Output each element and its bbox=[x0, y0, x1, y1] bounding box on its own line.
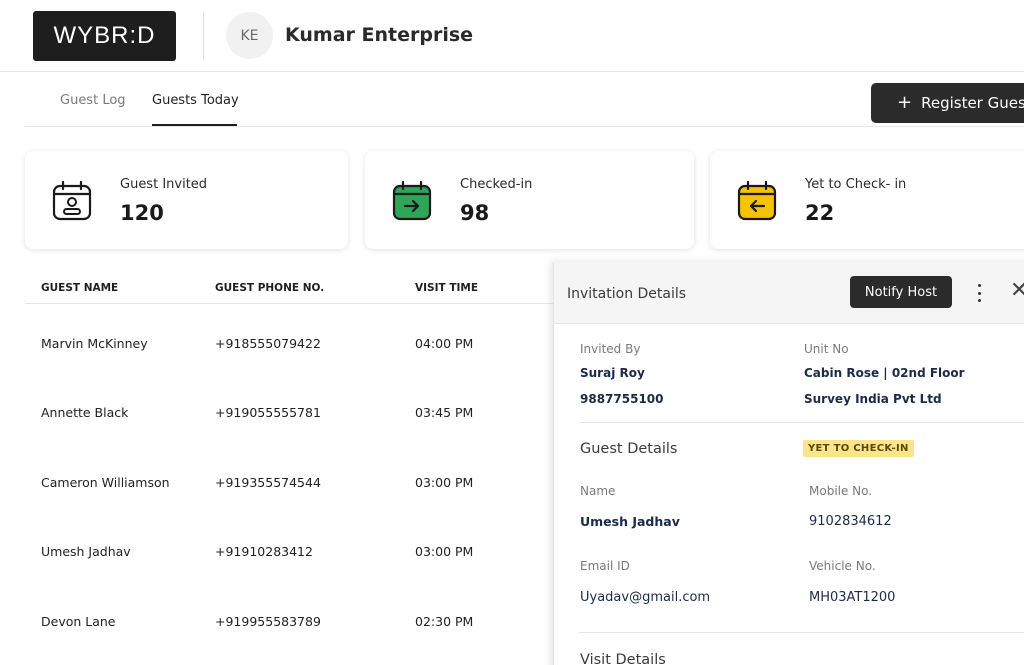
header-divider bbox=[203, 12, 204, 60]
stat-value: 22 bbox=[805, 201, 835, 225]
avatar-initials: KE bbox=[240, 27, 259, 44]
section-divider bbox=[579, 422, 1024, 423]
stat-value: 120 bbox=[120, 201, 164, 225]
logo-text: WYBR:D bbox=[53, 22, 156, 49]
stat-card-guest-invited: Guest Invited 120 bbox=[25, 151, 348, 249]
unit-company: Survey India Pvt Ltd bbox=[804, 392, 942, 406]
guest-phone-cell: +919355574544 bbox=[215, 475, 321, 490]
column-header-guest-phone[interactable]: GUEST PHONE NO. bbox=[215, 282, 324, 294]
close-icon[interactable]: ✕ bbox=[1010, 280, 1024, 302]
stat-label: Guest Invited bbox=[120, 177, 208, 192]
tabs-divider bbox=[25, 126, 1024, 127]
company-name: Kumar Enterprise bbox=[285, 24, 474, 46]
unit-no-value: Cabin Rose | 02nd Floor bbox=[804, 366, 965, 380]
visit-details-title: Visit Details bbox=[580, 652, 666, 665]
guest-name-cell: Annette Black bbox=[41, 405, 129, 420]
stat-value: 98 bbox=[460, 201, 490, 225]
guest-name-cell: Devon Lane bbox=[41, 614, 116, 629]
company-avatar[interactable]: KE bbox=[226, 12, 273, 59]
tab-guests-today[interactable]: Guests Today bbox=[152, 93, 239, 108]
more-options-icon[interactable] bbox=[972, 282, 986, 304]
name-value: Umesh Jadhav bbox=[580, 514, 680, 529]
guest-phone-cell: +918555079422 bbox=[215, 336, 321, 351]
guest-details-title: Guest Details bbox=[580, 441, 678, 457]
mobile-value: 9102834612 bbox=[809, 514, 892, 529]
plus-icon: + bbox=[897, 92, 913, 113]
mobile-label: Mobile No. bbox=[809, 484, 873, 498]
invited-by-phone: 9887755100 bbox=[580, 392, 664, 406]
calendar-arrow-right-icon bbox=[392, 180, 432, 221]
visit-time-cell: 02:30 PM bbox=[415, 614, 474, 629]
column-header-visit-time[interactable]: VISIT TIME bbox=[415, 282, 478, 294]
name-label: Name bbox=[580, 484, 616, 498]
guest-name-cell: Marvin McKinney bbox=[41, 336, 148, 351]
invitation-details-panel: Invitation Details Notify Host ✕ Invited… bbox=[553, 262, 1024, 665]
guest-phone-cell: +91910283412 bbox=[215, 544, 313, 559]
calendar-arrow-left-icon bbox=[737, 180, 777, 221]
unit-no-label: Unit No bbox=[804, 342, 849, 356]
visit-time-cell: 03:45 PM bbox=[415, 405, 474, 420]
guest-name-cell: Cameron Williamson bbox=[41, 475, 170, 490]
visit-time-cell: 03:00 PM bbox=[415, 475, 474, 490]
guest-phone-cell: +919955583789 bbox=[215, 614, 321, 629]
stat-label: Yet to Check- in bbox=[805, 177, 907, 192]
top-header: WYBR:D KE Kumar Enterprise bbox=[0, 0, 1024, 72]
calendar-person-icon bbox=[52, 180, 92, 221]
email-label: Email ID bbox=[580, 559, 630, 573]
invited-by-name: Suraj Roy bbox=[580, 366, 645, 380]
brand-logo[interactable]: WYBR:D bbox=[33, 11, 176, 61]
section-divider bbox=[579, 632, 1024, 633]
invited-by-label: Invited By bbox=[580, 342, 641, 356]
column-header-guest-name[interactable]: GUEST NAME bbox=[41, 282, 118, 294]
status-badge: YET TO CHECK-IN bbox=[803, 440, 914, 457]
vehicle-label: Vehicle No. bbox=[809, 559, 876, 573]
guest-phone-cell: +919055555781 bbox=[215, 405, 321, 420]
visit-time-cell: 04:00 PM bbox=[415, 336, 474, 351]
stat-card-yet-to-check-in: Yet to Check- in 22 bbox=[710, 151, 1024, 249]
email-value: Uyadav@gmail.com bbox=[580, 590, 711, 605]
register-guest-button[interactable]: + Register Guest bbox=[871, 83, 1024, 123]
panel-title: Invitation Details bbox=[567, 286, 687, 302]
guest-name-cell: Umesh Jadhav bbox=[41, 544, 131, 559]
tab-guest-log[interactable]: Guest Log bbox=[60, 93, 126, 108]
table-header-divider bbox=[25, 303, 565, 304]
visit-time-cell: 03:00 PM bbox=[415, 544, 474, 559]
stat-card-checked-in: Checked-in 98 bbox=[365, 151, 694, 249]
vehicle-value: MH03AT1200 bbox=[809, 590, 896, 605]
notify-host-button[interactable]: Notify Host bbox=[850, 276, 952, 308]
panel-header: Invitation Details Notify Host ✕ bbox=[554, 262, 1024, 324]
stat-label: Checked-in bbox=[460, 177, 533, 192]
register-guest-label: Register Guest bbox=[921, 94, 1024, 112]
